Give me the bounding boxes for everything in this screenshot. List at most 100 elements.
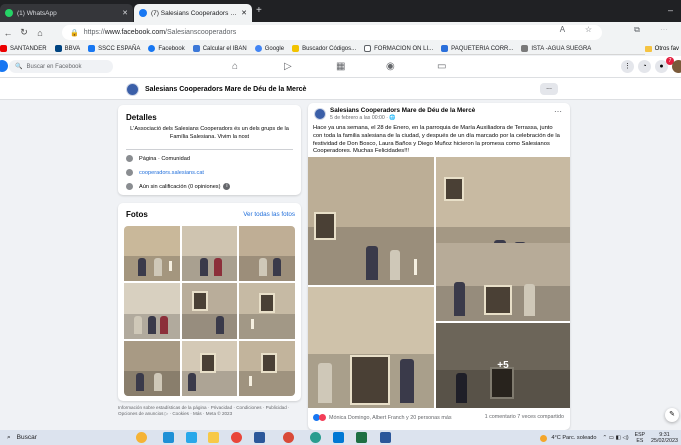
document-icon [364,45,372,52]
page-footer: Información sobre estadísticas de la pág… [118,405,290,416]
reload-icon[interactable]: ↻ [16,27,32,38]
bookmark-formacion[interactable]: FORMACION ON LI... [364,45,433,52]
facebook-logo-icon[interactable] [0,60,8,72]
bookmark-label: Calcular el IBAN [202,45,247,52]
weather-text[interactable]: 4°C Parc. soleado [551,435,596,441]
widget-icon[interactable] [136,432,147,443]
search-input[interactable]: 🔍 Buscar en Facebook [9,60,113,73]
bookmark-sscc[interactable]: SSCC ESPAÑA [88,45,140,52]
bookmark-ista[interactable]: ISTA -AGUA SUEGRA [521,45,591,52]
new-tab-button[interactable]: + [256,5,262,16]
page-header: Salesians Cooperadors Mare de Déu de la … [0,78,681,100]
groups-nav-icon[interactable]: ◉ [386,61,395,72]
see-all-photos-link[interactable]: Ver todas las fotos [243,211,295,218]
search-placeholder: Buscar en Facebook [26,63,82,70]
tray-icons[interactable]: ⌃ ▭ ◧ ◁) [603,435,629,441]
chrome-icon[interactable] [231,432,242,443]
facebook-header: 🔍 Buscar en Facebook ⌂ ▷ ▦ ◉ ▭ ⋮ ◔ ● 7 [0,56,681,78]
photos-card: Fotos Ver todas las fotos [118,203,301,401]
weather-icon [540,434,548,442]
bookmark-santander[interactable]: SANTANDER [0,45,47,52]
file-explorer-icon[interactable] [208,432,219,443]
details-heading: Detalles [126,113,157,122]
photo-thumbnail[interactable] [239,226,295,282]
taskbar-search[interactable]: ⌕ Buscar [5,432,113,443]
tab-whatsapp[interactable]: (1) WhatsApp ✕ [0,4,133,22]
photo-thumbnail[interactable] [181,340,238,396]
info-icon[interactable]: i [223,183,231,190]
watch-nav-icon[interactable]: ▷ [284,61,292,72]
store-icon[interactable] [254,432,265,443]
avatar[interactable] [672,60,681,73]
bookmark-label: Buscador Códigos... [302,45,357,52]
close-icon[interactable]: ✕ [241,9,247,17]
app-icon[interactable] [310,432,321,443]
bookmark-codigos[interactable]: Buscador Códigos... [292,45,356,52]
post-author[interactable]: Salesians Cooperadors Mare de Déu de la … [330,107,475,114]
other-bookmarks[interactable]: Otros fav [644,43,681,55]
bookmark-paqueteria[interactable]: PAQUETERIA CORR... [441,45,513,52]
bookmark-label: SSCC ESPAÑA [98,45,141,52]
folder-icon [644,46,652,52]
bookmark-iban[interactable]: Calcular el IBAN [192,45,247,52]
url-path: /Salesianscooperadors [165,29,237,36]
gaming-nav-icon[interactable]: ▭ [437,61,446,72]
more-options-button[interactable]: ... [540,83,558,95]
post-options-icon[interactable]: ⋯ [554,107,562,116]
bookmark-icon [521,45,529,52]
outlook-icon[interactable] [333,432,344,443]
post-photo[interactable] [308,157,434,285]
edge-icon[interactable] [186,432,197,443]
messenger-icon[interactable]: ◔ [638,60,651,73]
url-input[interactable]: 🔒 https://www.facebook.com/Salesianscoop… [62,25,602,40]
post-photo[interactable] [436,243,570,321]
category-row: Página · Comunidad [126,155,190,162]
bookmark-icon [54,45,62,52]
tab-facebook[interactable]: (7) Salesians Cooperadors Mare d ✕ [134,4,252,22]
post-photo[interactable]: +5 [436,323,570,408]
excel-icon[interactable] [356,432,367,443]
photo-thumbnail[interactable] [181,226,238,282]
firefox-icon[interactable] [283,432,294,443]
marketplace-nav-icon[interactable]: ▦ [336,61,345,72]
home-nav-icon[interactable]: ⌂ [232,61,238,72]
intro-text: L'Associació dels Salesians Cooperadors … [130,126,289,140]
more-photos-overlay[interactable]: +5 [436,323,570,408]
reactions-summary[interactable]: Mónica Domingo, Albert Franch y 20 perso… [313,414,452,421]
photo-thumbnail[interactable] [124,283,180,339]
photo-thumbnail[interactable] [239,340,295,396]
word-icon[interactable] [380,432,391,443]
bookmark-icon [192,45,200,52]
bookmark-bbva[interactable]: BBVA [54,45,80,52]
photo-thumbnail[interactable] [124,340,180,396]
back-icon[interactable]: ← [0,28,16,38]
page-title[interactable]: Salesians Cooperadors Mare de Déu de la … [145,86,306,93]
extensions-icon[interactable]: ⧉ ⋯ [634,25,677,35]
photo-thumbnail[interactable] [181,283,238,339]
menu-grid-icon[interactable]: ⋮ [621,60,634,73]
home-icon[interactable]: ⌂ [32,28,48,38]
bookmark-google[interactable]: Google [254,45,284,52]
language-indicator[interactable]: ESP ES [635,432,645,444]
post-author-avatar[interactable] [314,108,326,120]
photo-thumbnail[interactable] [124,226,180,282]
bookmark-label: FORMACION ON LI... [374,45,434,52]
photo-grid [124,226,295,396]
clock[interactable]: 9:31 25/02/2023 [651,432,678,444]
details-card: Detalles L'Associació dels Salesians Coo… [118,105,301,195]
website-link[interactable]: cooperadors.salesians.cat [139,170,204,176]
zoom-icon[interactable]: A ☆ [560,25,601,34]
minimize-icon[interactable]: – [668,5,673,15]
comment-share-counts[interactable]: 1 comentario 7 veces compartido [485,414,564,420]
bookmark-facebook[interactable]: Facebook [148,45,185,52]
photo-thumbnail[interactable] [239,283,295,339]
post-photo[interactable] [308,287,434,408]
post-date[interactable]: 5 de febrero a las 00:00 · 🌐 [330,115,396,121]
post-card: Salesians Cooperadors Mare de Déu de la … [308,103,570,430]
bookmark-label: Facebook [158,45,185,52]
task-view-icon[interactable] [163,432,174,443]
close-icon[interactable]: ✕ [122,9,128,17]
page-avatar[interactable] [126,83,139,96]
compose-message-icon[interactable]: ✎ [665,408,679,422]
bookmarks-bar: SANTANDER BBVA SSCC ESPAÑA Facebook Calc… [0,43,681,55]
